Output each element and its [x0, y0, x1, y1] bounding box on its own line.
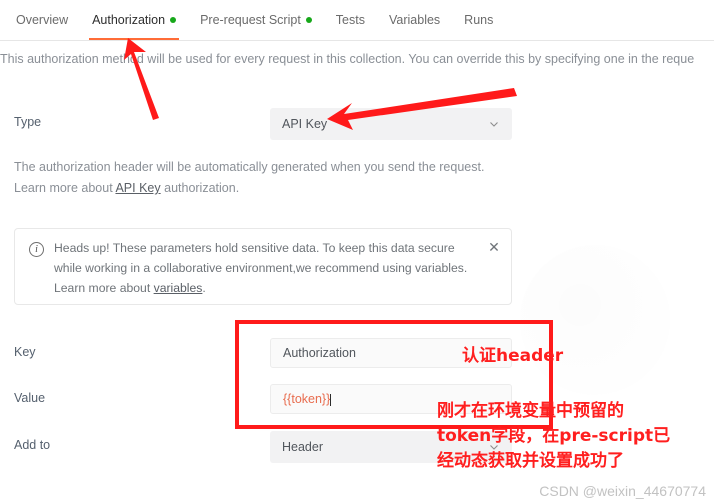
tab-label: Overview	[16, 13, 69, 27]
info-line-2: while working in a collaborative environ…	[54, 261, 468, 275]
auth-help-line-1: The authorization header will be automat…	[14, 160, 485, 174]
type-label: Type	[14, 115, 42, 129]
tab-bar: Overview Authorization Pre-request Scrip…	[0, 0, 714, 41]
key-input-value: Authorization	[283, 346, 356, 360]
value-input-value: {{token}}	[283, 392, 331, 406]
auth-help-line-2-suffix: authorization.	[160, 181, 240, 195]
background-watermark-shape	[520, 245, 670, 395]
arrow-to-authorization-tab	[124, 38, 159, 120]
add-to-label: Add to	[14, 438, 51, 452]
info-line-3-suffix: .	[202, 281, 206, 295]
chevron-down-icon	[488, 118, 500, 130]
chevron-down-icon	[488, 441, 500, 453]
unsaved-indicator-dot	[305, 17, 312, 23]
tab-pre-request-script[interactable]: Pre-request Script	[188, 0, 324, 40]
add-to-select-value: Header	[282, 440, 323, 454]
info-icon: i	[29, 242, 44, 257]
unsaved-indicator-dot	[170, 17, 177, 23]
info-line-1: Heads up! These parameters hold sensitiv…	[54, 241, 455, 255]
add-to-select[interactable]: Header	[270, 431, 512, 463]
variables-doc-link[interactable]: variables	[154, 281, 203, 295]
tab-label: Authorization	[92, 13, 166, 27]
info-line-3-prefix: Learn more about	[54, 281, 154, 295]
auth-help-line-2: Learn more about API Key authorization.	[14, 178, 239, 199]
tab-label: Tests	[335, 13, 365, 27]
value-input[interactable]: {{token}}	[270, 384, 512, 414]
tab-variables[interactable]: Variables	[377, 0, 452, 40]
csdn-watermark: CSDN @weixin_44670774	[539, 483, 706, 499]
tab-authorization[interactable]: Authorization	[80, 0, 188, 40]
key-label: Key	[14, 345, 36, 359]
auth-help-line-2-prefix: Learn more about	[14, 181, 116, 195]
tab-label: Pre-request Script	[200, 13, 301, 27]
tab-label: Variables	[388, 13, 441, 27]
api-key-doc-link[interactable]: API Key	[115, 181, 160, 195]
info-card-text: Heads up! These parameters hold sensitiv…	[54, 238, 486, 298]
type-select-value: API Key	[282, 117, 328, 131]
info-line-3: Learn more about variables.	[54, 278, 486, 298]
authorization-description: This authorization method will be used f…	[0, 52, 695, 66]
sensitive-data-info-card: i Heads up! These parameters hold sensit…	[14, 228, 512, 305]
close-icon[interactable]: ✕	[487, 240, 501, 254]
text-caret	[330, 394, 332, 406]
postman-collection-authorization-panel: Overview Authorization Pre-request Scrip…	[0, 0, 714, 504]
type-select[interactable]: API Key	[270, 108, 512, 140]
tab-label: Runs	[464, 13, 494, 27]
tab-tests[interactable]: Tests	[324, 0, 377, 40]
key-input[interactable]: Authorization	[270, 338, 512, 368]
tab-overview[interactable]: Overview	[4, 0, 80, 40]
tab-runs[interactable]: Runs	[452, 0, 505, 40]
value-label: Value	[14, 391, 46, 405]
